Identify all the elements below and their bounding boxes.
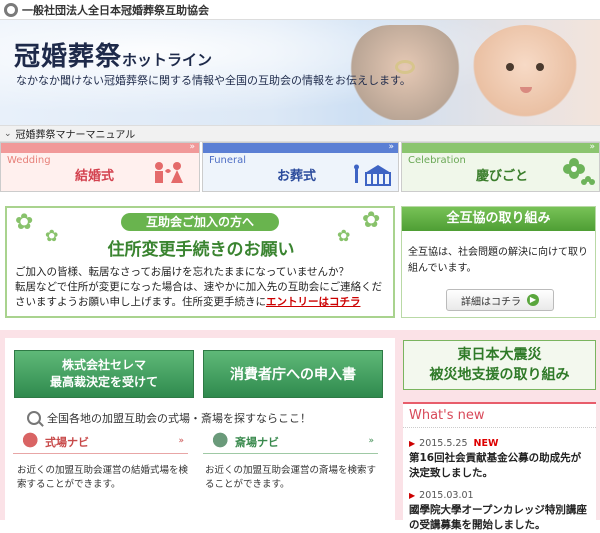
clover-icon: ✿	[15, 210, 34, 235]
new-badge: NEW	[473, 438, 499, 449]
wedding-navi-desc: お近くの加盟互助会運営の結婚式場を検索することができます。	[17, 465, 189, 490]
lower-section: 株式会社セレマ 最高裁決定を受けて 消費者庁への申入書 全国各地の加盟互助会の式…	[0, 330, 600, 531]
couple-icon	[155, 162, 183, 183]
clover-icon: ✿	[337, 226, 351, 245]
zengokyo-detail-button[interactable]: 詳細はコチラ ▶	[446, 289, 554, 311]
left-content-panel: 株式会社セレマ 最高裁決定を受けて 消費者庁への申入書 全国各地の加盟互助会の式…	[5, 338, 395, 520]
hero-baby-image	[470, 25, 580, 125]
quake-line2: 被災地支援の取り組み	[429, 367, 570, 383]
quake-line1: 東日本大震災	[457, 347, 542, 363]
news-title[interactable]: 第16回社会貢献基金公募の助成先が決定致しました。	[409, 451, 591, 481]
funeral-navi-desc: お近くの加盟互助会運営の斎場を検索することができます。	[205, 465, 377, 490]
news-title[interactable]: 國學院大學オープンカレッジ特別講座の受講募集を開始しました。	[409, 503, 591, 533]
zengokyo-detail-label: 詳細はコチラ	[461, 296, 521, 308]
double-chevron-icon: »	[368, 436, 374, 446]
org-logo-icon[interactable]	[4, 2, 18, 17]
hero-subtitle: なかなか聞けない冠婚葬祭に関する情報や全国の互助会の情報をお伝えします。	[16, 74, 411, 87]
double-chevron-icon: »	[388, 142, 394, 152]
news-date: 2015.5.25	[419, 438, 468, 449]
news-date-row: ▶ 2015.5.25 NEW	[409, 438, 591, 449]
tab-funeral-ja: お葬式	[277, 169, 317, 184]
tab-wedding-ja: 結婚式	[75, 169, 115, 184]
zengokyo-body: 全互協は、社会問題の解決に向けて取り組んでいます。	[408, 247, 588, 274]
zengokyo-panel: 全互協の取り組み 全互協は、社会問題の解決に向けて取り組んでいます。 詳細はコチ…	[401, 206, 596, 318]
double-chevron-icon: »	[589, 142, 595, 152]
tab-funeral[interactable]: » Funeral お葬式	[202, 142, 399, 192]
clover-icon: ✿	[45, 226, 59, 245]
news-date: 2015.03.01	[419, 490, 474, 501]
funeral-hall-icon	[354, 164, 391, 186]
double-chevron-icon: »	[178, 436, 184, 446]
hero-banner: 冠婚葬祭ホットライン なかなか聞けない冠婚葬祭に関する情報や全国の互助会の情報を…	[0, 20, 600, 125]
whats-new-heading: What's new	[403, 404, 596, 428]
right-content-panel: 東日本大震災 被災地支援の取り組み What's new ▶ 2015.5.25 N…	[403, 340, 596, 531]
double-chevron-icon: »	[189, 142, 195, 152]
news-date-row: ▶ 2015.03.01	[409, 490, 591, 501]
zengokyo-heading: 全互協の取り組み	[402, 207, 595, 231]
japan-map-icon	[17, 432, 39, 452]
selema-line2: 最高裁決定を受けて	[49, 375, 158, 389]
flower-icon	[563, 158, 595, 185]
japan-map-icon	[207, 432, 229, 452]
funeral-hall-navi[interactable]: 斎場ナビ »	[203, 430, 378, 454]
notice-body: ご加入の皆様、転居なさってお届けを忘れたままになっていませんか？ 転居などで住所…	[15, 265, 391, 310]
baby-mouth-icon	[520, 87, 532, 93]
news-item[interactable]: ▶ 2015.03.01 國學院大學オープンカレッジ特別講座の受講募集を開始しまし…	[409, 490, 591, 533]
tab-wedding-en: Wedding	[7, 155, 51, 166]
address-change-notice: ✿ ✿ ✿ ✿ 互助会ご加入の方へ 住所変更手続きのお願い ご加入の皆様、転居な…	[5, 206, 395, 318]
baby-eye-icon	[506, 63, 514, 71]
manner-manual-link[interactable]: 冠婚葬祭マナーマニュアル	[16, 126, 136, 141]
arrow-right-circle-icon: ▶	[527, 294, 539, 306]
manner-manual-bar[interactable]: ⌄ 冠婚葬祭マナーマニュアル	[0, 125, 600, 142]
search-icon	[27, 411, 41, 425]
venue-search-text: 全国各地の加盟互助会の式場・斎場を探すならここ！	[47, 412, 311, 425]
notice-line2: 転居などで住所が変更になった場合は、速やかに加入先の互助会にご連絡くださいますよ…	[15, 280, 391, 310]
clover-icon: ✿	[362, 208, 381, 233]
wedding-navi-label: 式場ナビ	[45, 436, 89, 449]
tab-celebration-ja: 慶びごと	[476, 169, 529, 184]
site-header: 一般社団法人全日本冠婚葬祭互助協会	[0, 0, 600, 20]
funeral-navi-label: 斎場ナビ	[235, 436, 279, 449]
notice-headline: 住所変更手続きのお願い	[107, 240, 295, 260]
tab-bar	[402, 143, 599, 153]
arrow-right-icon: ▶	[409, 491, 416, 500]
tab-funeral-en: Funeral	[209, 155, 247, 166]
arrow-right-icon: ▶	[409, 439, 416, 448]
tab-bar	[1, 143, 199, 153]
consumer-agency-button[interactable]: 消費者庁への申入書	[203, 350, 383, 398]
news-item[interactable]: ▶ 2015.5.25 NEW 第16回社会貢献基金公募の助成先が決定致しました。	[409, 438, 591, 481]
selema-decision-button[interactable]: 株式会社セレマ 最高裁決定を受けて	[14, 350, 194, 398]
wedding-venue-navi[interactable]: 式場ナビ »	[13, 430, 188, 454]
whats-new-panel: What's new ▶ 2015.5.25 NEW 第16回社会貢献基金公募の助成…	[403, 402, 596, 531]
entry-link[interactable]: エントリーはコチラ	[266, 296, 361, 308]
earthquake-support-banner[interactable]: 東日本大震災 被災地支援の取り組み	[403, 340, 596, 390]
hero-title-main: 冠婚葬祭	[14, 42, 123, 72]
tab-bar	[203, 143, 398, 153]
hero-title-small: ホットライン	[122, 51, 213, 69]
venue-search-line: 全国各地の加盟互助会の式場・斎場を探すならここ！	[27, 410, 311, 426]
tab-wedding[interactable]: » Wedding 結婚式	[0, 142, 200, 192]
category-tabs: » Wedding 結婚式 » Funeral お葬式 » Celebratio…	[0, 142, 600, 192]
tab-celebration[interactable]: » Celebration 慶びごと	[401, 142, 600, 192]
baby-eye-icon	[536, 63, 544, 71]
chevron-down-icon: ⌄	[4, 128, 12, 139]
tab-celebration-en: Celebration	[408, 155, 466, 166]
hero-title: 冠婚葬祭ホットライン	[14, 36, 212, 73]
selema-line1: 株式会社セレマ	[61, 358, 146, 372]
org-name[interactable]: 一般社団法人全日本冠婚葬祭互助協会	[22, 2, 209, 18]
notice-pill: 互助会ご加入の方へ	[121, 213, 279, 231]
notice-line1: ご加入の皆様、転居なさってお届けを忘れたままになっていませんか？	[15, 266, 350, 278]
